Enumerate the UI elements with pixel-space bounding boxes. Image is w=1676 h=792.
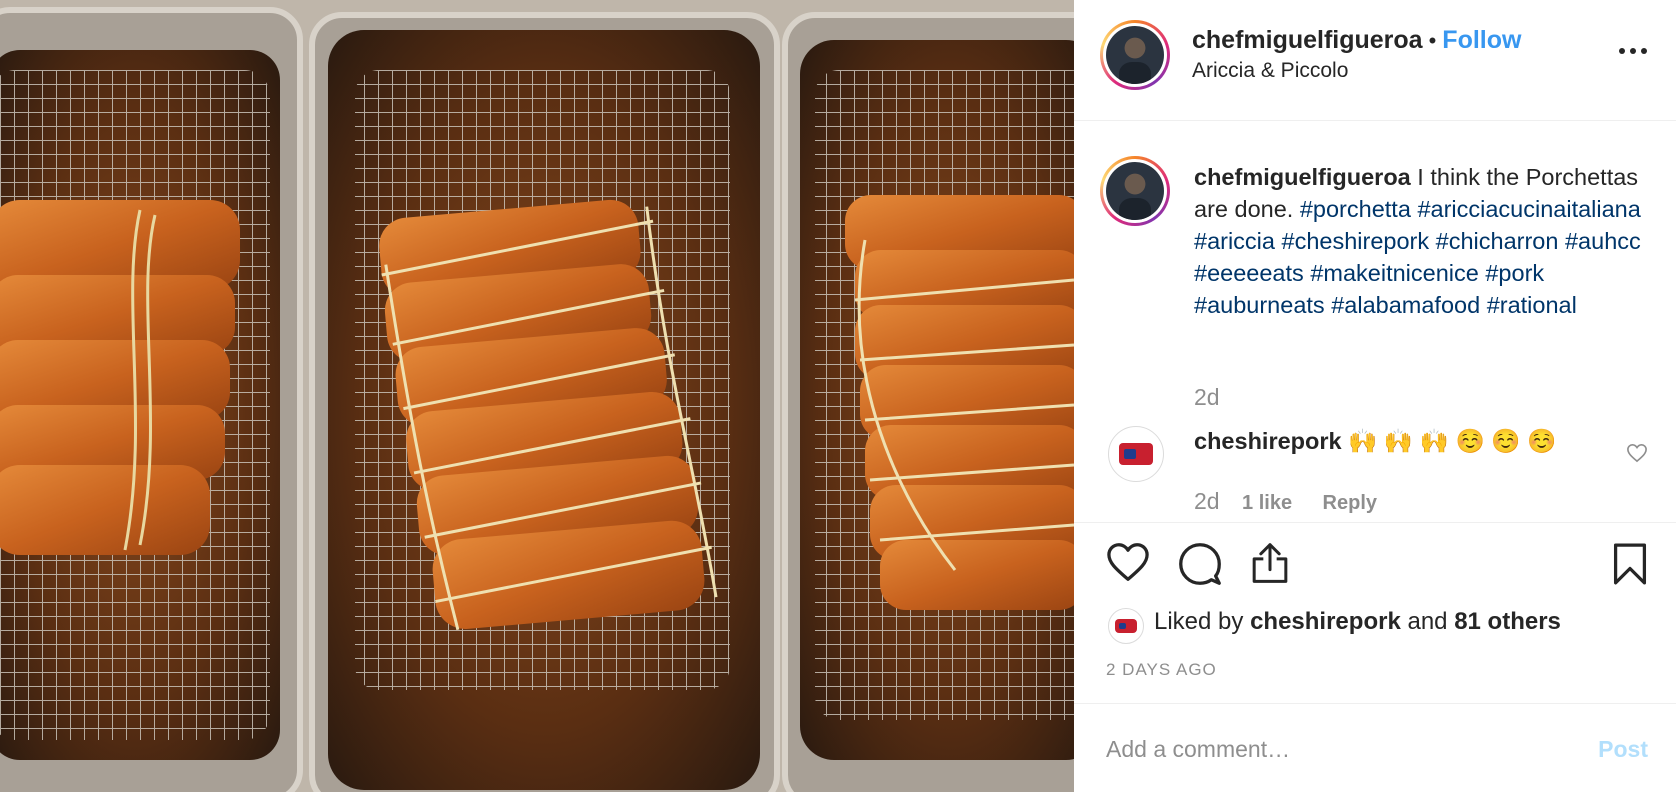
liked-by-user[interactable]: cheshirepork — [1250, 608, 1401, 635]
porchetta-photo — [0, 0, 1074, 792]
comment-meta-row: 2d 1 like Reply — [1194, 488, 1377, 515]
bookmark-icon[interactable] — [1612, 542, 1648, 586]
commenter-avatar[interactable] — [1108, 426, 1164, 482]
post-comment-button[interactable]: Post — [1598, 736, 1648, 763]
post-location[interactable]: Ariccia & Piccolo — [1192, 59, 1348, 83]
liked-by: Liked by cheshirepork and 81 others — [1154, 608, 1561, 636]
hashtag[interactable]: #eeeeeats — [1194, 260, 1304, 286]
hashtag[interactable]: #alabamafood — [1331, 292, 1480, 318]
caption-time[interactable]: 2d — [1194, 384, 1220, 411]
separator-dot: • — [1428, 28, 1437, 53]
hashtag[interactable]: #rational — [1487, 292, 1577, 318]
hashtag[interactable]: #ariccia — [1194, 228, 1275, 254]
caption: chefmiguelfigueroa I think the Porchetta… — [1194, 161, 1654, 321]
liker-avatar[interactable] — [1108, 608, 1144, 644]
heart-icon[interactable] — [1106, 542, 1150, 582]
liked-by-others[interactable]: 81 others — [1454, 608, 1561, 635]
actions-divider — [1074, 522, 1676, 523]
post-timestamp[interactable]: 2 DAYS AGO — [1106, 660, 1217, 680]
post-photo[interactable] — [0, 0, 1074, 792]
liked-by-prefix: Liked by — [1154, 608, 1244, 635]
post-panel: chefmiguelfigueroa • Follow Ariccia & Picc… — [1074, 0, 1676, 792]
comment-like-icon[interactable] — [1626, 443, 1648, 463]
comment-username[interactable]: cheshirepork — [1194, 428, 1342, 454]
hashtag[interactable]: #makeitnicenice — [1310, 260, 1479, 286]
share-icon[interactable] — [1250, 540, 1290, 586]
hashtag[interactable]: #chicharron — [1436, 228, 1559, 254]
caption-username[interactable]: chefmiguelfigueroa — [1194, 164, 1411, 190]
post-header: chefmiguelfigueroa • Follow Ariccia & Picc… — [1074, 0, 1676, 121]
comment-icon[interactable] — [1178, 542, 1222, 586]
comment: cheshirepork 🙌 🙌 🙌 ☺️ ☺️ ☺️ — [1194, 427, 1556, 455]
reply-button[interactable]: Reply — [1323, 492, 1377, 514]
comment-input[interactable]: Add a comment… — [1106, 736, 1290, 763]
hashtag[interactable]: #pork — [1485, 260, 1544, 286]
hashtag[interactable]: #auburneats — [1194, 292, 1325, 318]
hashtag[interactable]: #auhcc — [1565, 228, 1641, 254]
hashtag[interactable]: #porchetta — [1300, 196, 1411, 222]
author-username[interactable]: chefmiguelfigueroa — [1192, 26, 1423, 54]
liked-by-conjunction: and — [1407, 608, 1448, 635]
follow-button[interactable]: Follow — [1442, 26, 1521, 54]
more-icon[interactable] — [1618, 44, 1648, 58]
author-avatar[interactable] — [1100, 20, 1170, 90]
comment-time[interactable]: 2d — [1194, 488, 1220, 514]
hashtag[interactable]: #aricciacucinaitaliana — [1417, 196, 1640, 222]
caption-avatar[interactable] — [1100, 156, 1170, 226]
comment-likes[interactable]: 1 like — [1242, 492, 1292, 514]
comment-text: 🙌 🙌 🙌 ☺️ ☺️ ☺️ — [1348, 428, 1557, 454]
hashtag[interactable]: #cheshirepork — [1282, 228, 1430, 254]
comment-box-divider — [1074, 703, 1676, 704]
